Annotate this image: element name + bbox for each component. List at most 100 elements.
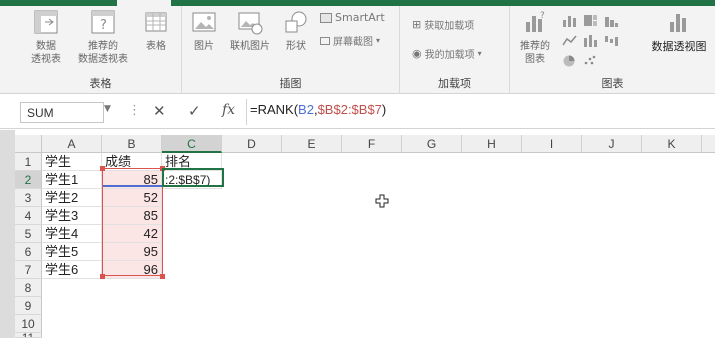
recommended-charts-button[interactable]: ? 推荐的 图表 [516,8,554,66]
row-header-9[interactable]: 9 [15,297,42,315]
cell-b6[interactable]: 95 [102,243,162,261]
range-handle-top-left[interactable] [100,166,105,171]
waterfall-chart-icon[interactable] [604,32,619,46]
column-header-j[interactable]: J [582,135,642,153]
table-button[interactable]: 表格 [136,8,176,53]
column-header-g[interactable]: G [402,135,462,153]
statistic-chart-icon[interactable] [604,12,619,27]
recommended-pivot-label-1: 推荐的 [88,41,118,52]
left-margin-bar [0,130,15,338]
row-header-7[interactable]: 7 [15,261,42,279]
cell-b3[interactable]: 52 [102,189,162,207]
online-picture-label: 联机图片 [230,41,270,52]
row-header-5[interactable]: 5 [15,225,42,243]
column-header-i[interactable]: I [522,135,582,153]
row-header-8[interactable]: 8 [15,279,42,297]
formula-prefix: =RANK( [250,102,299,117]
pivot-chart-label: 数据透视图 [651,40,707,53]
row-header-10[interactable]: 10 [15,315,42,333]
scatter-chart-icon[interactable] [583,52,598,65]
cell-b7[interactable]: 96 [102,261,162,279]
screenshot-icon [320,36,330,45]
recommended-charts-label-1: 推荐的 [520,41,550,52]
cell-c1[interactable]: 排名 [162,153,222,171]
formula-ref-1: B2 [298,102,314,117]
column-header-f[interactable]: F [342,135,402,153]
pivot-table-label-2: 透视表 [31,54,61,65]
charts-group-label: 图表 [601,77,624,90]
ref-b2-marker [103,185,162,187]
column-header-h[interactable]: H [462,135,522,153]
column-header-c[interactable]: C [162,135,222,153]
formula-input[interactable]: =RANK(B2,$B$2:$B$7) [250,102,386,117]
cell-a3[interactable]: 学生2 [42,189,102,207]
name-box[interactable]: SUM [20,102,104,123]
recommended-charts-label-2: 图表 [525,54,545,65]
get-addins-button[interactable]: ⊞ 获取加载项 [412,17,474,32]
screenshot-button[interactable]: 屏幕截图 ▾ [320,33,380,48]
addins-group-label: 加载项 [438,77,471,90]
range-handle-bottom-right[interactable] [160,274,165,279]
column-header-partial[interactable] [702,135,715,153]
vertical-dots-icon: ⋮ [128,103,141,118]
ribbon-group-charts: ? 推荐的 图表 数据透视图 图表 [510,6,715,94]
smartart-button[interactable]: SmartArt [320,11,385,24]
column-header-b[interactable]: B [102,135,162,153]
pivot-chart-button[interactable]: 数据透视图 [648,8,710,53]
ribbon-group-tables: 数据 透视表 ? 推荐的 数据透视表 表格 表格 [20,6,182,94]
cell-a5[interactable]: 学生4 [42,225,102,243]
screenshot-label: 屏幕截图 [333,37,373,48]
cell-a2[interactable]: 学生1 [42,171,102,189]
pivot-table-button[interactable]: 数据 透视表 [24,8,68,66]
cell-cursor-icon [375,193,389,208]
chevron-down-icon[interactable]: ▼ [104,104,111,114]
range-handle-top-right[interactable] [160,166,165,171]
range-handle-bottom-left[interactable] [100,274,105,279]
select-all-corner[interactable] [15,135,42,153]
cell-a1[interactable]: 学生 [42,153,102,171]
pivot-table-label-1: 数据 [36,41,56,52]
row-header-4[interactable]: 4 [15,207,42,225]
hierarchy-chart-icon[interactable] [583,12,598,26]
column-header-k[interactable]: K [642,135,702,153]
picture-button[interactable]: 图片 [186,8,222,53]
addin-icon: ◉ [412,47,422,60]
row-header-11[interactable]: 11 [15,333,42,338]
tables-group-label: 表格 [89,77,112,90]
cancel-button[interactable]: ✕ [153,102,166,120]
column-header-a[interactable]: A [42,135,102,153]
row-header-2[interactable]: 2 [15,171,42,189]
cell-a7[interactable]: 学生6 [42,261,102,279]
cell-b5[interactable]: 42 [102,225,162,243]
column-header-e[interactable]: E [282,135,342,153]
cell-b4[interactable]: 85 [102,207,162,225]
smartart-label: SmartArt [335,11,385,24]
shapes-icon [282,8,310,36]
formula-ref-2: $B$2:$B$7 [317,102,382,117]
chevron-down-icon: ▾ [376,36,381,45]
chart-types-row-2 [562,32,619,47]
ribbon-group-addins: ⊞ 获取加载项 ◉ 我的加载项 ▾ 加载项 [400,6,510,94]
insert-function-button[interactable]: fx [222,102,235,118]
recommended-charts-icon: ? [521,8,549,36]
enter-button[interactable]: ✓ [188,102,201,120]
worksheet-grid[interactable]: A B C D E F G H I J K 1 2 3 4 5 6 7 8 9 … [0,130,715,338]
recommended-pivot-button[interactable]: ? 推荐的 数据透视表 [72,8,134,66]
pie-chart-icon[interactable] [562,52,577,67]
line-chart-icon[interactable] [562,32,577,46]
chart-types-row-3 [562,52,598,67]
row-header-3[interactable]: 3 [15,189,42,207]
row-header-6[interactable]: 6 [15,243,42,261]
cell-c2-editing[interactable]: :2:$B$7) [162,171,222,189]
shapes-button[interactable]: 形状 [278,8,314,53]
cell-b1[interactable]: 成绩 [102,153,162,171]
column-header-d[interactable]: D [222,135,282,153]
online-picture-button[interactable]: 联机图片 [224,8,276,53]
column-chart-icon[interactable] [562,12,577,27]
my-addins-button[interactable]: ◉ 我的加载项 ▾ [412,46,482,61]
row-header-1[interactable]: 1 [15,153,42,171]
store-icon: ⊞ [412,18,422,31]
cell-a4[interactable]: 学生3 [42,207,102,225]
bar-chart-icon[interactable] [583,32,598,47]
cell-a6[interactable]: 学生5 [42,243,102,261]
